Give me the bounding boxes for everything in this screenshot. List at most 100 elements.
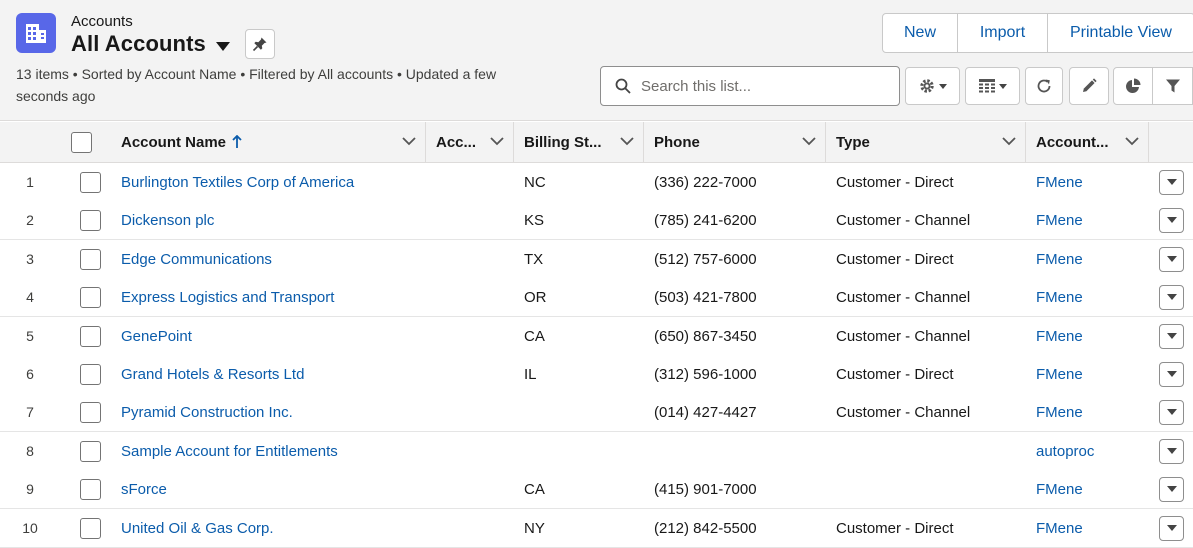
row-actions-button[interactable]: [1159, 246, 1184, 272]
row-checkbox-cell: [80, 509, 102, 547]
row-checkbox-cell: [80, 317, 102, 355]
column-header-type[interactable]: Type: [826, 122, 1026, 162]
row-actions-button[interactable]: [1159, 169, 1184, 195]
phone-cell: (212) 842-5500: [654, 519, 757, 537]
column-header-account-site[interactable]: Acc...: [426, 122, 514, 162]
refresh-button[interactable]: [1025, 67, 1063, 105]
search-icon: [615, 78, 631, 94]
column-menu-chevron-icon[interactable]: [1002, 136, 1016, 146]
chevron-down-icon: [1166, 448, 1177, 454]
row-number: 2: [26, 212, 34, 228]
row-actions-button[interactable]: [1159, 399, 1184, 425]
phone-cell: (785) 241-6200: [654, 211, 757, 229]
select-all-cell: [60, 122, 110, 162]
row-actions-button[interactable]: [1159, 284, 1184, 310]
column-header-billing-state[interactable]: Billing St...: [514, 122, 644, 162]
billing-state-cell: OR: [524, 288, 547, 306]
row-checkbox[interactable]: [80, 517, 101, 539]
row-checkbox[interactable]: [80, 209, 101, 231]
phone-cell: (336) 222-7000: [654, 173, 757, 191]
account-name-link[interactable]: Pyramid Construction Inc.: [121, 393, 293, 431]
phone-cell: (312) 596-1000: [654, 365, 757, 383]
row-actions-button[interactable]: [1159, 438, 1184, 464]
list-view-header: Accounts All Accounts 13 items • Sorted …: [0, 0, 1193, 121]
column-menu-chevron-icon[interactable]: [620, 136, 634, 146]
account-name-link[interactable]: Burlington Textiles Corp of America: [121, 163, 354, 201]
account-name-link[interactable]: Edge Communications: [121, 240, 272, 278]
row-checkbox[interactable]: [80, 248, 101, 270]
phone-cell: (415) 901-7000: [654, 480, 757, 498]
account-name-link[interactable]: GenePoint: [121, 317, 192, 355]
row-actions-button[interactable]: [1159, 323, 1184, 349]
account-owner-link[interactable]: autoproc: [1036, 432, 1094, 470]
type-cell: Customer - Channel: [836, 403, 971, 421]
display-as-button[interactable]: [965, 67, 1020, 105]
chevron-down-icon: [1166, 371, 1177, 377]
search-input[interactable]: Search this list...: [600, 66, 900, 106]
page-title: All Accounts: [71, 31, 206, 56]
row-checkbox-cell: [80, 470, 102, 508]
pie-chart-icon: [1126, 78, 1141, 93]
chevron-down-icon: [1166, 217, 1177, 223]
account-owner-link[interactable]: FMene: [1036, 509, 1083, 547]
list-meta-info: 13 items • Sorted by Account Name • Filt…: [16, 66, 497, 104]
row-checkbox[interactable]: [80, 440, 101, 462]
table-row: 4 Express Logistics and Transport OR (503) …: [0, 278, 1193, 317]
list-view-selector[interactable]: All Accounts: [71, 31, 230, 57]
account-name-link[interactable]: Dickenson plc: [121, 201, 214, 239]
row-actions-button[interactable]: [1159, 207, 1184, 233]
column-menu-chevron-icon[interactable]: [490, 136, 504, 146]
account-owner-link[interactable]: FMene: [1036, 355, 1083, 393]
account-owner-link[interactable]: FMene: [1036, 278, 1083, 316]
column-menu-chevron-icon[interactable]: [802, 136, 816, 146]
billing-state-cell: CA: [524, 480, 545, 498]
column-menu-chevron-icon[interactable]: [1125, 136, 1139, 146]
account-owner-link[interactable]: FMene: [1036, 470, 1083, 508]
account-owner-link[interactable]: FMene: [1036, 317, 1083, 355]
account-owner-link[interactable]: FMene: [1036, 393, 1083, 431]
row-checkbox[interactable]: [80, 325, 101, 347]
pin-icon: [252, 37, 267, 52]
chevron-down-icon: [1166, 409, 1177, 415]
row-checkbox[interactable]: [80, 286, 101, 308]
charts-button[interactable]: [1114, 68, 1154, 104]
billing-state-cell: CA: [524, 327, 545, 345]
account-name-link[interactable]: Express Logistics and Transport: [121, 278, 334, 316]
row-checkbox[interactable]: [80, 478, 101, 500]
billing-state-cell: NC: [524, 173, 546, 191]
chart-filter-button-group: [1113, 67, 1193, 105]
account-name-link[interactable]: Grand Hotels & Resorts Ltd: [121, 355, 304, 393]
account-owner-link[interactable]: FMene: [1036, 163, 1083, 201]
row-checkbox-cell: [80, 432, 102, 470]
caret-down-icon[interactable]: [215, 41, 230, 51]
column-menu-chevron-icon[interactable]: [402, 136, 416, 146]
account-name-link[interactable]: sForce: [121, 470, 167, 508]
column-header-account-name[interactable]: Account Name: [111, 122, 426, 162]
column-header-phone[interactable]: Phone: [644, 122, 826, 162]
row-actions-cell: [1159, 163, 1184, 201]
account-name-link[interactable]: United Oil & Gas Corp.: [121, 509, 274, 547]
row-number: 1: [26, 174, 34, 190]
account-owner-link[interactable]: FMene: [1036, 201, 1083, 239]
chevron-down-icon: [1166, 256, 1177, 262]
row-actions-button[interactable]: [1159, 476, 1184, 502]
select-all-checkbox[interactable]: [70, 131, 92, 153]
row-actions-button[interactable]: [1159, 361, 1184, 387]
row-number: 9: [26, 481, 34, 497]
printable-view-button[interactable]: Printable View: [1048, 14, 1193, 52]
row-actions-button[interactable]: [1159, 515, 1184, 541]
billing-state-cell: IL: [524, 365, 537, 383]
row-checkbox[interactable]: [80, 401, 101, 423]
filters-button[interactable]: [1153, 68, 1192, 104]
pin-button[interactable]: [245, 29, 275, 59]
new-button[interactable]: New: [883, 14, 958, 52]
account-owner-link[interactable]: FMene: [1036, 240, 1083, 278]
table-row: 1 Burlington Textiles Corp of America NC (3…: [0, 163, 1193, 202]
account-name-link[interactable]: Sample Account for Entitlements: [121, 432, 338, 470]
import-button[interactable]: Import: [958, 14, 1048, 52]
row-checkbox[interactable]: [80, 171, 101, 193]
list-settings-button[interactable]: [905, 67, 960, 105]
column-header-account-owner[interactable]: Account...: [1026, 122, 1149, 162]
inline-edit-button[interactable]: [1069, 67, 1109, 105]
row-checkbox[interactable]: [80, 363, 101, 385]
